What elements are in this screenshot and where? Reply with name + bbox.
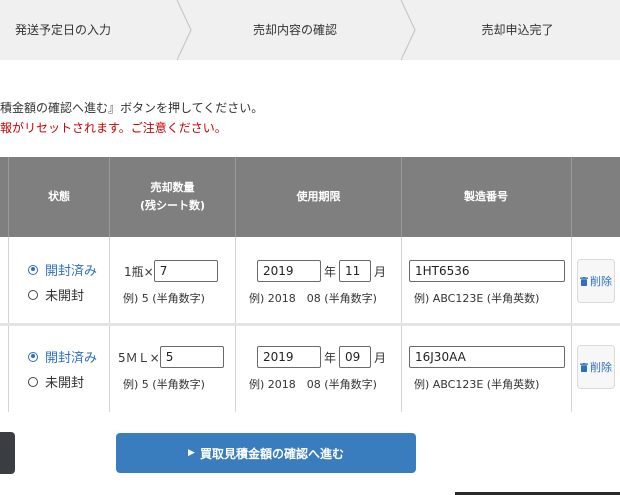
step-confirm-sale: 売却内容の確認: [252, 23, 337, 37]
month-unit: 月: [374, 264, 387, 279]
sale-items-table: 状態 売却数量 (残シート数) 使用期限 製造番号 開封済み 未開封 1瓶× 7…: [0, 157, 620, 412]
delete-label: 削除: [590, 275, 612, 288]
year-unit: 年: [324, 350, 337, 365]
table-row: 開封済み 未開封 1瓶× 例) 5 (半角数字) 年 月 例) 2018 08 …: [0, 237, 620, 323]
serial-cell: 例) ABC123E (半角英数): [402, 237, 570, 323]
caret-right-icon: ▶: [188, 448, 195, 458]
table-header: 状態 売却数量 (残シート数) 使用期限 製造番号: [0, 157, 620, 237]
serial-input[interactable]: [409, 260, 565, 282]
header-quantity-label: 売却数量: [150, 181, 195, 194]
serial-cell: 例) ABC123E (半角英数): [402, 326, 570, 412]
quantity-unit-label: 5ＭＬ×: [118, 350, 160, 365]
radio-selected-icon[interactable]: [28, 351, 38, 362]
progress-steps: 発送予定日の入力 売却内容の確認 売却申込完了: [0, 0, 620, 60]
expiry-month-input[interactable]: [339, 260, 372, 282]
expiry-year-input[interactable]: [257, 346, 321, 368]
header-expiry: 使用期限: [296, 190, 341, 203]
expiry-example: 例) 2018 08 (半角数字): [249, 378, 377, 391]
trash-icon: [580, 362, 588, 372]
expiry-year-input[interactable]: [257, 260, 321, 282]
expiry-month-input[interactable]: [339, 346, 372, 368]
step-complete: 売却申込完了: [481, 23, 554, 37]
header-quantity-sub: (残シート数): [139, 199, 206, 212]
status-cell: 開封済み 未開封: [9, 237, 109, 323]
delete-button[interactable]: 削除: [577, 259, 615, 303]
quantity-cell: 1瓶× 例) 5 (半角数字): [110, 237, 235, 323]
step-shipping-date: 発送予定日の入力: [15, 23, 112, 37]
trash-icon: [580, 276, 588, 286]
radio-unopened-label: 未開封: [45, 376, 85, 391]
quantity-example: 例) 5 (半角数字): [123, 292, 205, 305]
quantity-unit-label: 1瓶×: [124, 264, 154, 279]
radio-opened-label: 開封済み: [45, 351, 98, 366]
quantity-example: 例) 5 (半角数字): [123, 378, 205, 391]
header-serial: 製造番号: [464, 190, 508, 203]
radio-unselected-icon[interactable]: [28, 376, 38, 387]
radio-opened[interactable]: 開封済み: [28, 347, 97, 366]
delete-label: 削除: [590, 361, 612, 374]
serial-input[interactable]: [409, 346, 565, 368]
instruction-text: 積金額の確認へ進む』ボタンを押してください。: [0, 101, 264, 115]
radio-unopened-label: 未開封: [45, 289, 85, 304]
header-status: 状態: [48, 190, 70, 203]
radio-unselected-icon[interactable]: [28, 289, 38, 300]
radio-unopened[interactable]: 未開封: [28, 285, 84, 304]
status-cell: 開封済み 未開封: [9, 326, 109, 412]
warning-text: 報がリセットされます。ご注意ください。: [0, 121, 227, 135]
serial-example: 例) ABC123E (半角英数): [414, 378, 540, 391]
expiry-example: 例) 2018 08 (半角数字): [249, 292, 377, 305]
radio-selected-icon[interactable]: [28, 264, 38, 275]
quantity-input[interactable]: [159, 346, 224, 368]
proceed-label: 買取見積金額の確認へ進む: [199, 446, 344, 461]
serial-example: 例) ABC123E (半角英数): [414, 292, 540, 305]
quantity-input[interactable]: [153, 260, 218, 282]
month-unit: 月: [374, 350, 387, 365]
delete-button[interactable]: 削除: [577, 345, 615, 389]
radio-opened[interactable]: 開封済み: [28, 260, 97, 279]
table-row: 開封済み 未開封 5ＭＬ× 例) 5 (半角数字) 年 月 例) 2018 08: [0, 326, 620, 412]
expiry-cell: 年 月 例) 2018 08 (半角数字): [236, 326, 401, 412]
expiry-cell: 年 月 例) 2018 08 (半角数字): [236, 237, 401, 323]
back-button[interactable]: [0, 432, 15, 474]
header-quantity: 売却数量 (残シート数): [110, 157, 235, 237]
radio-unopened[interactable]: 未開封: [28, 372, 84, 391]
radio-opened-label: 開封済み: [45, 264, 98, 279]
year-unit: 年: [324, 264, 337, 279]
proceed-to-estimate-button[interactable]: ▶ 買取見積金額の確認へ進む: [116, 433, 416, 473]
quantity-cell: 5ＭＬ× 例) 5 (半角数字): [110, 326, 235, 412]
chevron-right-icon: [400, 0, 416, 60]
